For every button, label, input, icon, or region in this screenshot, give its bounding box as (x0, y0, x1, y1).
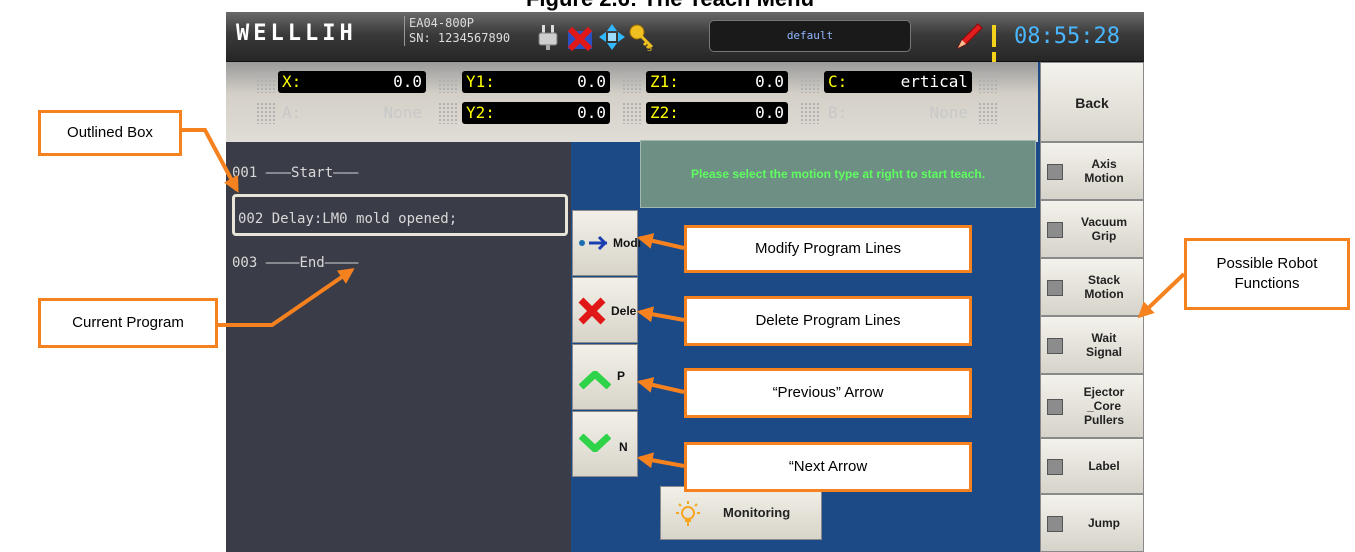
selection-outline (232, 194, 568, 236)
axis-z2: Z2: 0.0 (646, 102, 788, 124)
delete-button[interactable]: Dele (572, 277, 638, 343)
program-line[interactable]: 001 ———Start——— (232, 158, 562, 188)
axis-c: C: ertical (824, 71, 972, 93)
callout-robot-functions: Possible Robot Functions (1184, 238, 1350, 310)
ejector-core-pullers-button[interactable]: Ejector _Core Pullers (1040, 374, 1144, 438)
label-button[interactable]: Label (1040, 438, 1144, 494)
previous-button[interactable]: P (572, 344, 638, 410)
modify-button[interactable]: Modi (572, 210, 641, 276)
modify-label: Modi (613, 236, 641, 250)
callout-previous-arrow: “Previous” Arrow (684, 368, 972, 418)
modify-icon (579, 235, 608, 251)
serial-label: SN: 1234567890 (409, 31, 511, 45)
plug-icon (538, 25, 558, 50)
brand-logo: WELLLIH (236, 21, 357, 46)
arrows-icon[interactable] (598, 23, 626, 51)
axis-y2: Y2: 0.0 (462, 102, 610, 124)
machine-info: EA04-800P SN: 1234567890 (404, 16, 510, 46)
delete-label: Dele (611, 304, 637, 318)
axis-b: B: None (828, 103, 968, 122)
status-bar: WELLLIH EA04-800P SN: 1234567890 S defau… (226, 12, 1144, 74)
figure-title: Figure 2.6: The Teach Menu (420, 0, 920, 12)
teach-hint: Please select the motion type at right t… (640, 140, 1036, 208)
clock: 08:55:28 (1014, 24, 1120, 49)
arrow-functions (1137, 272, 1186, 319)
model-label: EA04-800P (409, 16, 475, 30)
axis-a: A: None (282, 103, 422, 122)
callout-modify-lines: Modify Program Lines (684, 225, 972, 273)
next-button[interactable]: N (572, 411, 638, 477)
stack-motion-button[interactable]: Stack Motion (1040, 258, 1144, 316)
axis-motion-button[interactable]: Axis Motion (1040, 142, 1144, 200)
up-arrow-icon (579, 371, 611, 389)
mode-display: default (709, 20, 911, 52)
previous-label: P (617, 369, 626, 383)
svg-text:S: S (647, 44, 652, 51)
callout-current-program: Current Program (38, 298, 218, 348)
program-line[interactable]: 003 ————End———— (232, 248, 562, 278)
monitoring-button[interactable]: Monitoring (660, 486, 822, 540)
callout-delete-lines: Delete Program Lines (684, 296, 972, 346)
axis-y1: Y1: 0.0 (462, 71, 610, 93)
next-label: N (619, 440, 628, 454)
monitoring-label: Monitoring (723, 505, 791, 520)
alarm-x-icon[interactable] (566, 23, 594, 51)
axis-z1: Z1: 0.0 (646, 71, 788, 93)
axis-x: X: 0.0 (278, 71, 426, 93)
pencil-icon[interactable] (954, 22, 984, 52)
callout-next-arrow: “Next Arrow (684, 442, 972, 492)
delete-x-icon (578, 297, 606, 325)
pause-icon[interactable] (992, 25, 1004, 74)
callout-outlined-box: Outlined Box (38, 110, 182, 156)
wait-signal-button[interactable]: Wait Signal (1040, 316, 1144, 374)
axis-position-panel: X: 0.0 Y1: 0.0 Z1: 0.0 C: ertical A: None Y2:… (226, 62, 1038, 142)
down-arrow-icon (579, 434, 611, 452)
key-icon[interactable]: S (628, 23, 656, 51)
jump-button[interactable]: Jump (1040, 494, 1144, 552)
back-button[interactable]: Back (1040, 62, 1144, 142)
lightbulb-icon (676, 501, 700, 526)
vacuum-grip-button[interactable]: Vacuum Grip (1040, 200, 1144, 258)
